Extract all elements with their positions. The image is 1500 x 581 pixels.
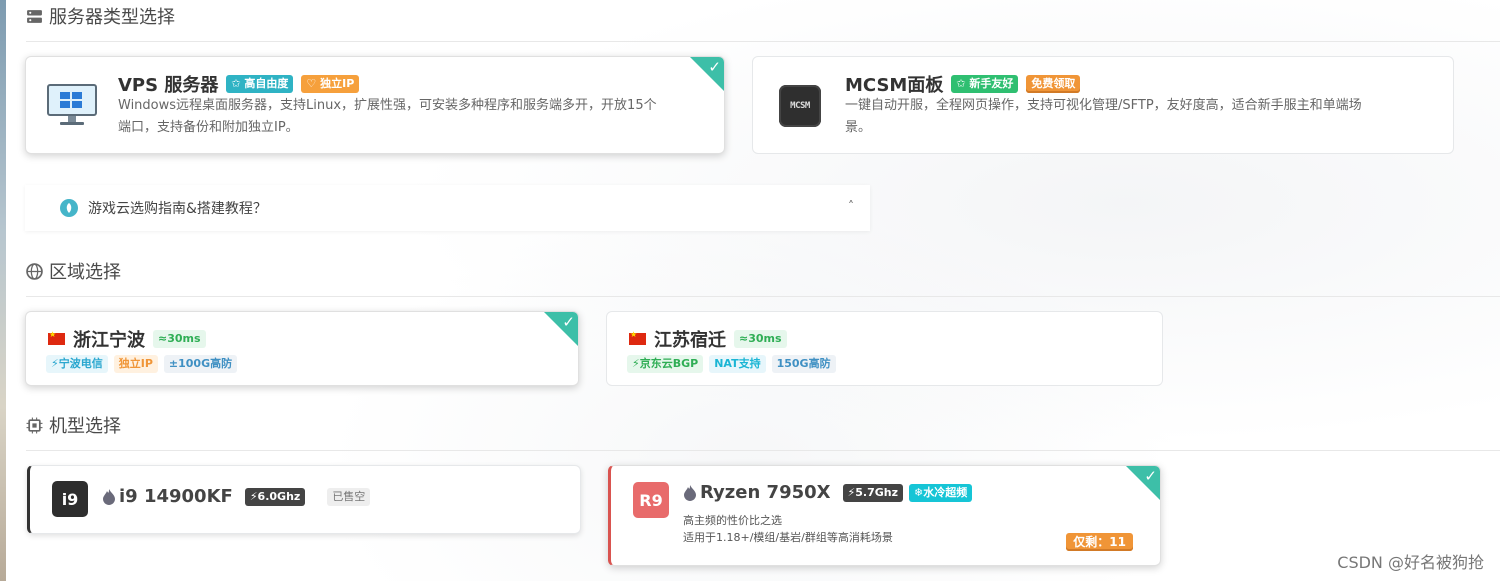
region-card-jiangsu-suqian[interactable]: 江苏宿迁 ≈30ms ⚡京东云BGP NAT支持 150G高防 [606, 311, 1163, 386]
stock-remaining-badge: 仅剩：11 [1066, 533, 1133, 551]
model-desc-line1: 高主频的性价比之选 [683, 514, 782, 527]
server-desc-mcsm-line1: 一键自动开服，全程网页操作，支持可视化管理/SFTP，友好度高，适合新手服主和单… [845, 98, 1362, 113]
section-title-model: 机型选择 [49, 416, 121, 437]
frequency-badge: ⚡5.7Ghz [842, 483, 904, 502]
badge-high-freedom: ✩ 高自由度 [226, 75, 294, 93]
tag-jd-cloud-bgp: ⚡京东云BGP [627, 355, 704, 373]
model-name: Ryzen 7950X [700, 482, 831, 503]
model-name: i9 14900KF [119, 486, 233, 507]
section-title-region: 区域选择 [49, 262, 121, 283]
china-flag-icon [629, 330, 646, 345]
server-desc-vps-line2: 端口，支持备份和附加独立IP。 [118, 120, 299, 135]
i9-logo: i9 [52, 481, 88, 517]
tag-ningbo-telecom: ⚡宁波电信 [46, 355, 108, 373]
section-model: 机型选择 [26, 410, 121, 440]
server-card-vps[interactable]: VPS 服务器 ✩ 高自由度 ♡ 独立IP Windows远程桌面服务器，支持L… [25, 56, 725, 154]
latency-badge: ≈30ms [734, 330, 787, 348]
section-title-server-type: 服务器类型选择 [49, 7, 175, 28]
csdn-watermark: CSDN @好名被狗抢 [1337, 553, 1484, 572]
tag-ddos-protection: ±100G高防 [163, 355, 238, 373]
guide-collapse-header[interactable]: 游戏云选购指南&搭建教程？ ˄ [25, 185, 870, 231]
check-icon: ✓ [562, 313, 575, 331]
cpu-chip-icon [26, 417, 43, 433]
model-card-i9[interactable]: i9 i9 14900KF ⚡6.0Ghz 已售空 [27, 465, 581, 534]
divider [26, 41, 1500, 42]
guide-leaf-icon [60, 199, 78, 217]
frequency-badge: ⚡6.0Ghz [244, 487, 306, 506]
section-region: 区域选择 [26, 256, 121, 286]
server-desc-vps-line1: Windows远程桌面服务器，支持Linux，扩展性强，可安装多种程序和服务端多… [118, 98, 657, 113]
r9-logo-text: R9 [639, 490, 663, 510]
flame-icon [103, 488, 115, 505]
mcsm-logo-text: MCSM [790, 101, 810, 111]
server-title-mcsm: MCSM面板 [845, 75, 944, 96]
sold-out-badge: 已售空 [327, 487, 371, 506]
latency-badge: ≈30ms [153, 330, 206, 348]
divider [26, 450, 1500, 451]
r9-logo: R9 [633, 482, 669, 518]
mcsm-logo-icon: MCSM [779, 85, 821, 127]
windows-monitor-icon [47, 84, 97, 125]
guide-label: 游戏云选购指南&搭建教程？ [88, 201, 267, 217]
server-title-vps: VPS 服务器 [118, 75, 219, 96]
tag-nat-support: NAT支持 [709, 355, 766, 373]
model-desc-line2: 适用于1.18+/模组/基岩/群组等高消耗场景 [683, 531, 893, 544]
region-name: 江苏宿迁 [654, 330, 726, 351]
server-icon [27, 9, 42, 23]
check-icon: ✓ [708, 58, 721, 76]
tag-ddos-protection: 150G高防 [771, 355, 836, 373]
region-card-zhejiang-ningbo[interactable]: 浙江宁波 ≈30ms ⚡宁波电信 独立IP ±100G高防 ✓ [25, 311, 579, 386]
section-server-type: 服务器类型选择 [26, 1, 175, 31]
check-icon: ✓ [1144, 467, 1157, 485]
chevron-up-icon[interactable]: ˄ [848, 199, 854, 213]
tag-dedicated-ip: 独立IP [113, 355, 158, 373]
region-name: 浙江宁波 [73, 330, 145, 351]
badge-dedicated-ip: ♡ 独立IP [301, 75, 360, 93]
water-cooling-badge: ❄水冷超频 [909, 483, 973, 502]
china-flag-icon [48, 330, 65, 345]
server-desc-mcsm-line2: 景。 [845, 120, 872, 135]
divider [26, 296, 1500, 297]
badge-free-claim: 免费领取 [1026, 75, 1081, 93]
left-edge-strip [0, 0, 6, 581]
flame-icon [684, 484, 696, 501]
model-card-r9[interactable]: R9 Ryzen 7950X ⚡5.7Ghz ❄水冷超频 高主频的性价比之选 适… [608, 465, 1161, 566]
globe-icon [26, 262, 43, 280]
server-card-mcsm[interactable]: MCSM MCSM面板 ✩ 新手友好 免费领取 一键自动开服，全程网页操作，支持… [752, 56, 1454, 154]
i9-logo-text: i9 [61, 489, 79, 509]
badge-beginner-friendly: ✩ 新手友好 [951, 75, 1019, 93]
